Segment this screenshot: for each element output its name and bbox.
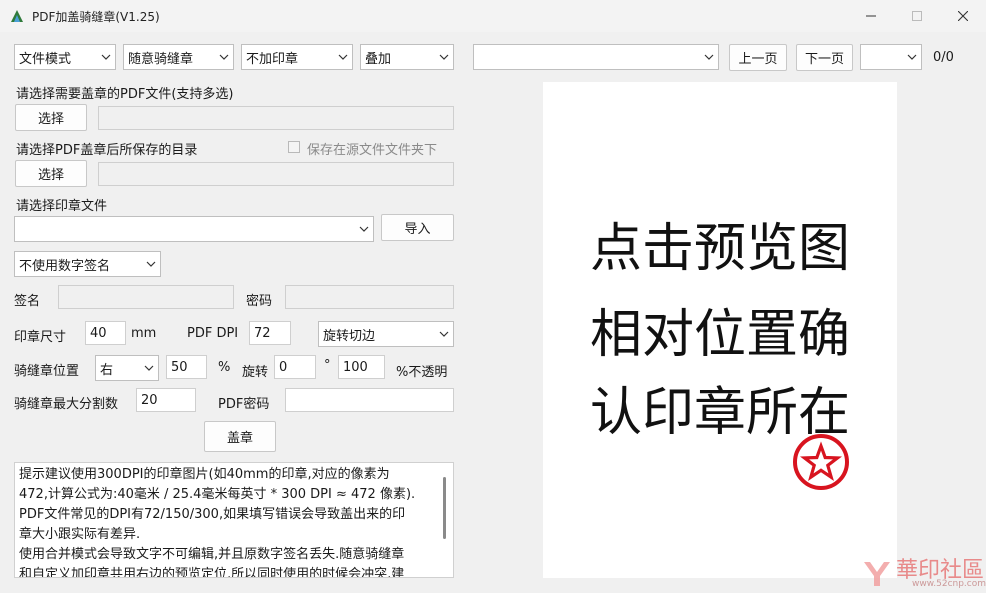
log-line: 章大小跟实际有差异. <box>19 527 141 542</box>
rotate-crop-select[interactable]: 旋转切边 <box>318 321 454 347</box>
import-button[interactable]: 导入 <box>381 214 454 241</box>
save-dir-path-field[interactable] <box>98 162 454 186</box>
stamp-size-label: 印章尺寸 <box>14 330 67 345</box>
chevron-down-icon <box>355 217 373 241</box>
seam-position-select[interactable]: 右 <box>95 355 159 381</box>
log-line: 472,计算公式为:40毫米 / 25.4毫米每英寸 * 300 DPI ≈ 4… <box>19 487 416 502</box>
chevron-down-icon <box>435 322 453 346</box>
maximize-icon <box>912 11 922 21</box>
log-scrollbar-thumb[interactable] <box>443 477 446 539</box>
pdf-password-input[interactable] <box>285 388 454 412</box>
chevron-down-icon <box>215 45 233 69</box>
tips-log-text: 提示建议使用300DPI的印章图片(如40mm的印章,对应的像素为 472,计算… <box>19 465 437 578</box>
chevron-down-icon <box>700 45 718 69</box>
log-line: 提示建议使用300DPI的印章图片(如40mm的印章,对应的像素为 <box>19 467 390 482</box>
tips-log-textarea[interactable]: 提示建议使用300DPI的印章图片(如40mm的印章,对应的像素为 472,计算… <box>14 462 454 578</box>
pdf-dpi-label: PDF DPI <box>187 326 239 341</box>
save-in-source-checkbox[interactable] <box>288 141 300 153</box>
preview-text-line-1: 点击预览图 <box>589 219 850 279</box>
page-select[interactable] <box>860 44 922 70</box>
choose-save-dir-button[interactable]: 选择 <box>15 160 87 187</box>
watermark-url: www.52cnp.com <box>912 579 986 589</box>
stamp-button[interactable]: 盖章 <box>204 421 276 452</box>
preview-page[interactable]: 点击预览图 相对位置确 认印章所在 <box>543 82 897 578</box>
degree-sign: ° <box>324 358 331 373</box>
pdf-dpi-input[interactable]: 72 <box>249 321 291 345</box>
stamp-option-select[interactable]: 不加印章 <box>241 44 353 70</box>
stamp-size-unit: mm <box>131 326 157 341</box>
stamp-file-label: 请选择印章文件 <box>16 199 108 214</box>
chevron-down-icon <box>97 45 115 69</box>
percent-sign: % <box>218 360 231 375</box>
pdf-password-label: PDF密码 <box>218 397 270 412</box>
sign-field[interactable] <box>58 285 234 309</box>
save-in-source-label: 保存在源文件文件夹下 <box>307 143 438 158</box>
chevron-down-icon <box>435 45 453 69</box>
window-title: PDF加盖骑缝章(V1.25) <box>32 10 160 24</box>
mode-select-value: 文件模式 <box>19 51 72 67</box>
chevron-down-icon <box>142 252 160 276</box>
choose-pdf-button[interactable]: 选择 <box>15 104 87 131</box>
opacity-input[interactable]: 100 <box>338 355 385 379</box>
seam-position-label: 骑缝章位置 <box>14 364 80 379</box>
overlay-select[interactable]: 叠加 <box>360 44 454 70</box>
seam-position-value: 右 <box>100 362 114 378</box>
rotate-crop-value: 旋转切边 <box>323 328 376 344</box>
overlay-value: 叠加 <box>365 51 392 67</box>
log-line: 和自定义加印章共用右边的预览定位,所以同时使用的时候会冲突,建 <box>19 567 405 578</box>
chevron-down-icon <box>903 45 921 69</box>
watermark-logo-icon <box>864 562 890 586</box>
max-split-label: 骑缝章最大分割数 <box>14 397 119 412</box>
max-split-input[interactable]: 20 <box>136 388 196 412</box>
pdf-files-label: 请选择需要盖章的PDF文件(支持多选) <box>16 87 234 102</box>
page-counter: 0/0 <box>933 50 954 65</box>
chevron-down-icon <box>140 356 158 380</box>
stamp-option-value: 不加印章 <box>246 51 299 67</box>
seal-type-value: 随意骑缝章 <box>128 51 194 67</box>
pdf-files-path-field[interactable] <box>98 106 454 130</box>
sign-label: 签名 <box>14 294 41 309</box>
rotate-label: 旋转 <box>242 365 269 380</box>
password-label: 密码 <box>246 294 273 309</box>
sign-password-field[interactable] <box>285 285 454 309</box>
stamp-file-select[interactable] <box>14 216 374 242</box>
prev-page-button[interactable]: 上一页 <box>729 44 787 71</box>
seam-percent-input[interactable]: 50 <box>166 355 207 379</box>
watermark: 華印社區 www.52cnp.com <box>860 552 986 593</box>
stamp-size-input[interactable]: 40 <box>85 321 126 345</box>
next-page-button[interactable]: 下一页 <box>796 44 853 71</box>
app-logo-icon <box>11 10 23 22</box>
seal-type-select[interactable]: 随意骑缝章 <box>123 44 234 70</box>
minimize-button[interactable] <box>848 0 894 32</box>
save-dir-label: 请选择PDF盖章后所保存的目录 <box>16 143 198 158</box>
minimize-icon <box>866 15 876 17</box>
preview-text-line-2: 相对位置确 <box>589 305 850 365</box>
title-bar: PDF加盖骑缝章(V1.25) <box>0 0 986 32</box>
close-icon <box>958 11 968 21</box>
digital-sign-value: 不使用数字签名 <box>19 258 111 274</box>
opacity-label: %不透明 <box>396 365 448 380</box>
close-button[interactable] <box>940 0 986 32</box>
chevron-down-icon <box>334 45 352 69</box>
rotate-input[interactable]: 0 <box>274 355 316 379</box>
file-select[interactable] <box>473 44 719 70</box>
mode-select[interactable]: 文件模式 <box>14 44 116 70</box>
log-line: PDF文件常见的DPI有72/150/300,如果填写错误会导致盖出来的印 <box>19 507 406 522</box>
stamp-preview-icon <box>793 434 849 490</box>
log-line: 使用合并模式会导致文字不可编辑,并且原数字签名丢失.随意骑缝章 <box>19 547 405 562</box>
maximize-button[interactable] <box>894 0 940 32</box>
digital-sign-select[interactable]: 不使用数字签名 <box>14 251 161 277</box>
